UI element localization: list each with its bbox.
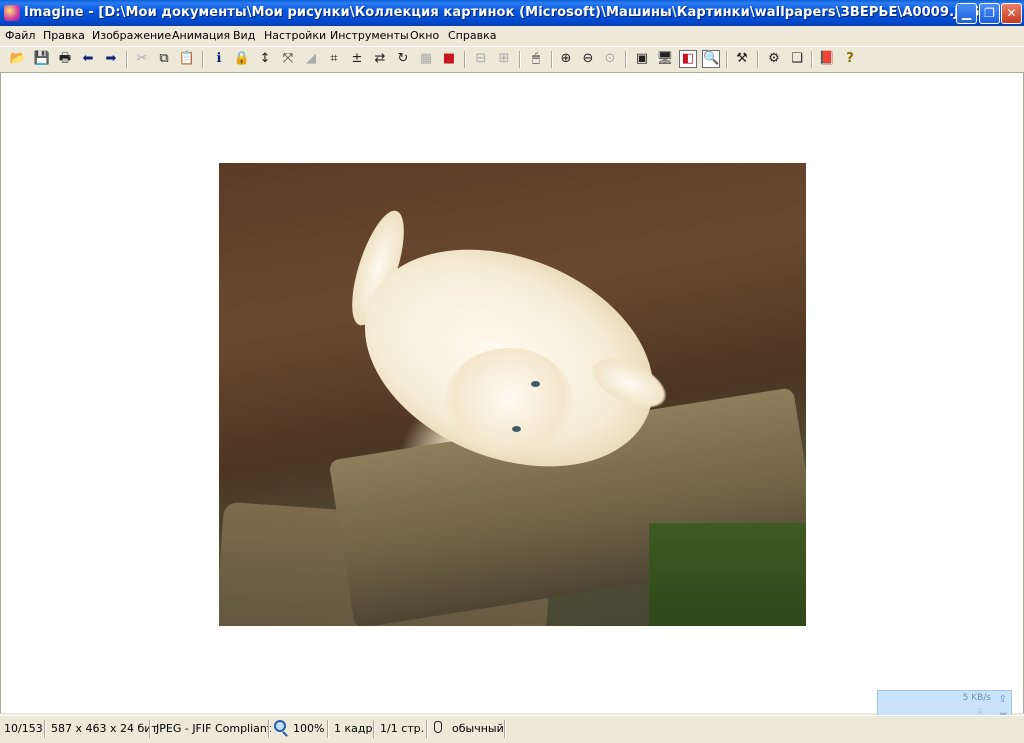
status-separator (268, 720, 270, 738)
toolbar-separator (202, 51, 204, 68)
menu-bar: Файл Правка Изображение Анимация Вид Нас… (0, 26, 1024, 47)
rotate-icon[interactable]: ⇄ (371, 50, 389, 68)
arrow-left-icon[interactable]: ⬅ (79, 50, 97, 68)
menu-animation[interactable]: Анимация (172, 29, 230, 42)
mouse-mode-icon (434, 721, 442, 733)
toolbar-separator (519, 51, 521, 68)
menu-tools[interactable]: Инструменты (330, 29, 409, 42)
status-separator (327, 720, 329, 738)
arrow-right-icon[interactable]: ➡ (102, 50, 120, 68)
paste-icon[interactable]: 📋 (178, 50, 196, 68)
toolbar-separator (551, 51, 553, 68)
photo-grass (649, 523, 806, 626)
network-speed: 5 KB/s (962, 693, 991, 703)
zoom-icon (274, 720, 286, 732)
status-mode: обычный (452, 722, 504, 735)
color-icon[interactable]: ■ (440, 50, 458, 68)
resize-all-icon[interactable]: ⤧ (279, 50, 297, 68)
minimize-button[interactable]: ▁ (956, 3, 977, 24)
menu-image[interactable]: Изображение (92, 29, 171, 42)
status-bar: 10/153 587 x 463 x 24 бит JPEG - JFIF Co… (0, 715, 1024, 743)
copy-icon[interactable]: ⧉ (155, 50, 173, 68)
lock-icon[interactable]: 🔒 (233, 50, 251, 68)
photo-cat-head (444, 348, 574, 458)
print-icon[interactable]: 🖶 (56, 50, 74, 68)
toolbar-separator (464, 51, 466, 68)
status-pages: 1/1 стр. (380, 722, 425, 735)
refresh-icon[interactable]: ↻ (394, 50, 412, 68)
info-icon[interactable]: ℹ (210, 50, 228, 68)
upload-arrow-icon: ⇧ (998, 694, 1007, 705)
cut-icon[interactable]: ✂ (133, 50, 151, 68)
save-icon[interactable]: 💾 (33, 50, 51, 68)
copy-window-icon[interactable]: ❏ (788, 50, 806, 68)
book-icon[interactable]: 📕 (818, 50, 836, 68)
menu-view[interactable]: Вид (233, 29, 255, 42)
monitor-icon[interactable]: 🖥 (656, 50, 674, 68)
levels-icon[interactable]: ± (348, 50, 366, 68)
gradient-icon[interactable]: ◢ (302, 50, 320, 68)
app-icon[interactable] (4, 5, 20, 21)
tools-icon[interactable]: ⚒ (733, 50, 751, 68)
menu-window[interactable]: Окно (410, 29, 439, 42)
toolbar-separator (126, 51, 128, 68)
open-folder-icon[interactable]: 📂 (9, 50, 27, 68)
status-dimensions: 587 x 463 x 24 бит (51, 722, 158, 735)
crop-icon[interactable]: ⌗ (325, 50, 343, 68)
zoom-fit-icon[interactable]: ⊙ (601, 50, 619, 68)
photo-kitten[interactable] (219, 163, 806, 626)
image-canvas[interactable] (0, 73, 1024, 713)
resize-vertical-icon[interactable]: ↕ (256, 50, 274, 68)
zoom-out-icon[interactable]: ⊖ (579, 50, 597, 68)
toolbar-separator (757, 51, 759, 68)
maximize-button[interactable]: ❐ (979, 3, 1000, 24)
close-button[interactable]: ✕ (1001, 3, 1022, 24)
toolbar-separator (726, 51, 728, 68)
help-icon[interactable]: ? (841, 50, 859, 68)
status-zoom: 100% (293, 722, 325, 735)
mouse-icon[interactable]: 🖱 (527, 50, 545, 68)
photo-cat-eye (531, 381, 540, 387)
prev-frame-icon[interactable]: ⊟ (472, 50, 490, 68)
fullscreen-icon[interactable]: ▣ (633, 50, 651, 68)
title-bar[interactable]: Imagine - [D:\Мои документы\Мои рисунки\… (0, 0, 1024, 26)
grid-icon[interactable]: ▦ (417, 50, 435, 68)
zoom-in-icon[interactable]: ⊕ (557, 50, 575, 68)
toolbar: 📂 💾 🖶 ⬅ ➡ ✂ ⧉ 📋 ℹ 🔒 ↕ ⤧ ◢ ⌗ ± ⇄ ↻ ▦ ■ ⊟ … (0, 47, 1024, 73)
plugin-icon[interactable]: ⚙ (765, 50, 783, 68)
photo-cat-eye (512, 426, 521, 432)
status-frames: 1 кадр (334, 722, 373, 735)
menu-file[interactable]: Файл (5, 29, 35, 42)
status-separator (426, 720, 428, 738)
magnifier-icon[interactable]: 🔍 (702, 50, 720, 68)
status-position: 10/153 (4, 722, 43, 735)
status-separator (504, 720, 506, 738)
status-separator (373, 720, 375, 738)
next-frame-icon[interactable]: ⊞ (495, 50, 513, 68)
status-format: JPEG - JFIF Compliant (156, 722, 272, 735)
fit-window-icon[interactable]: ◧ (679, 50, 697, 68)
window-title: Imagine - [D:\Мои документы\Мои рисунки\… (24, 5, 986, 20)
toolbar-separator (811, 51, 813, 68)
toolbar-separator (625, 51, 627, 68)
status-separator (44, 720, 46, 738)
menu-help[interactable]: Справка (448, 29, 496, 42)
status-separator (149, 720, 151, 738)
menu-settings[interactable]: Настройки (264, 29, 326, 42)
menu-edit[interactable]: Правка (43, 29, 85, 42)
